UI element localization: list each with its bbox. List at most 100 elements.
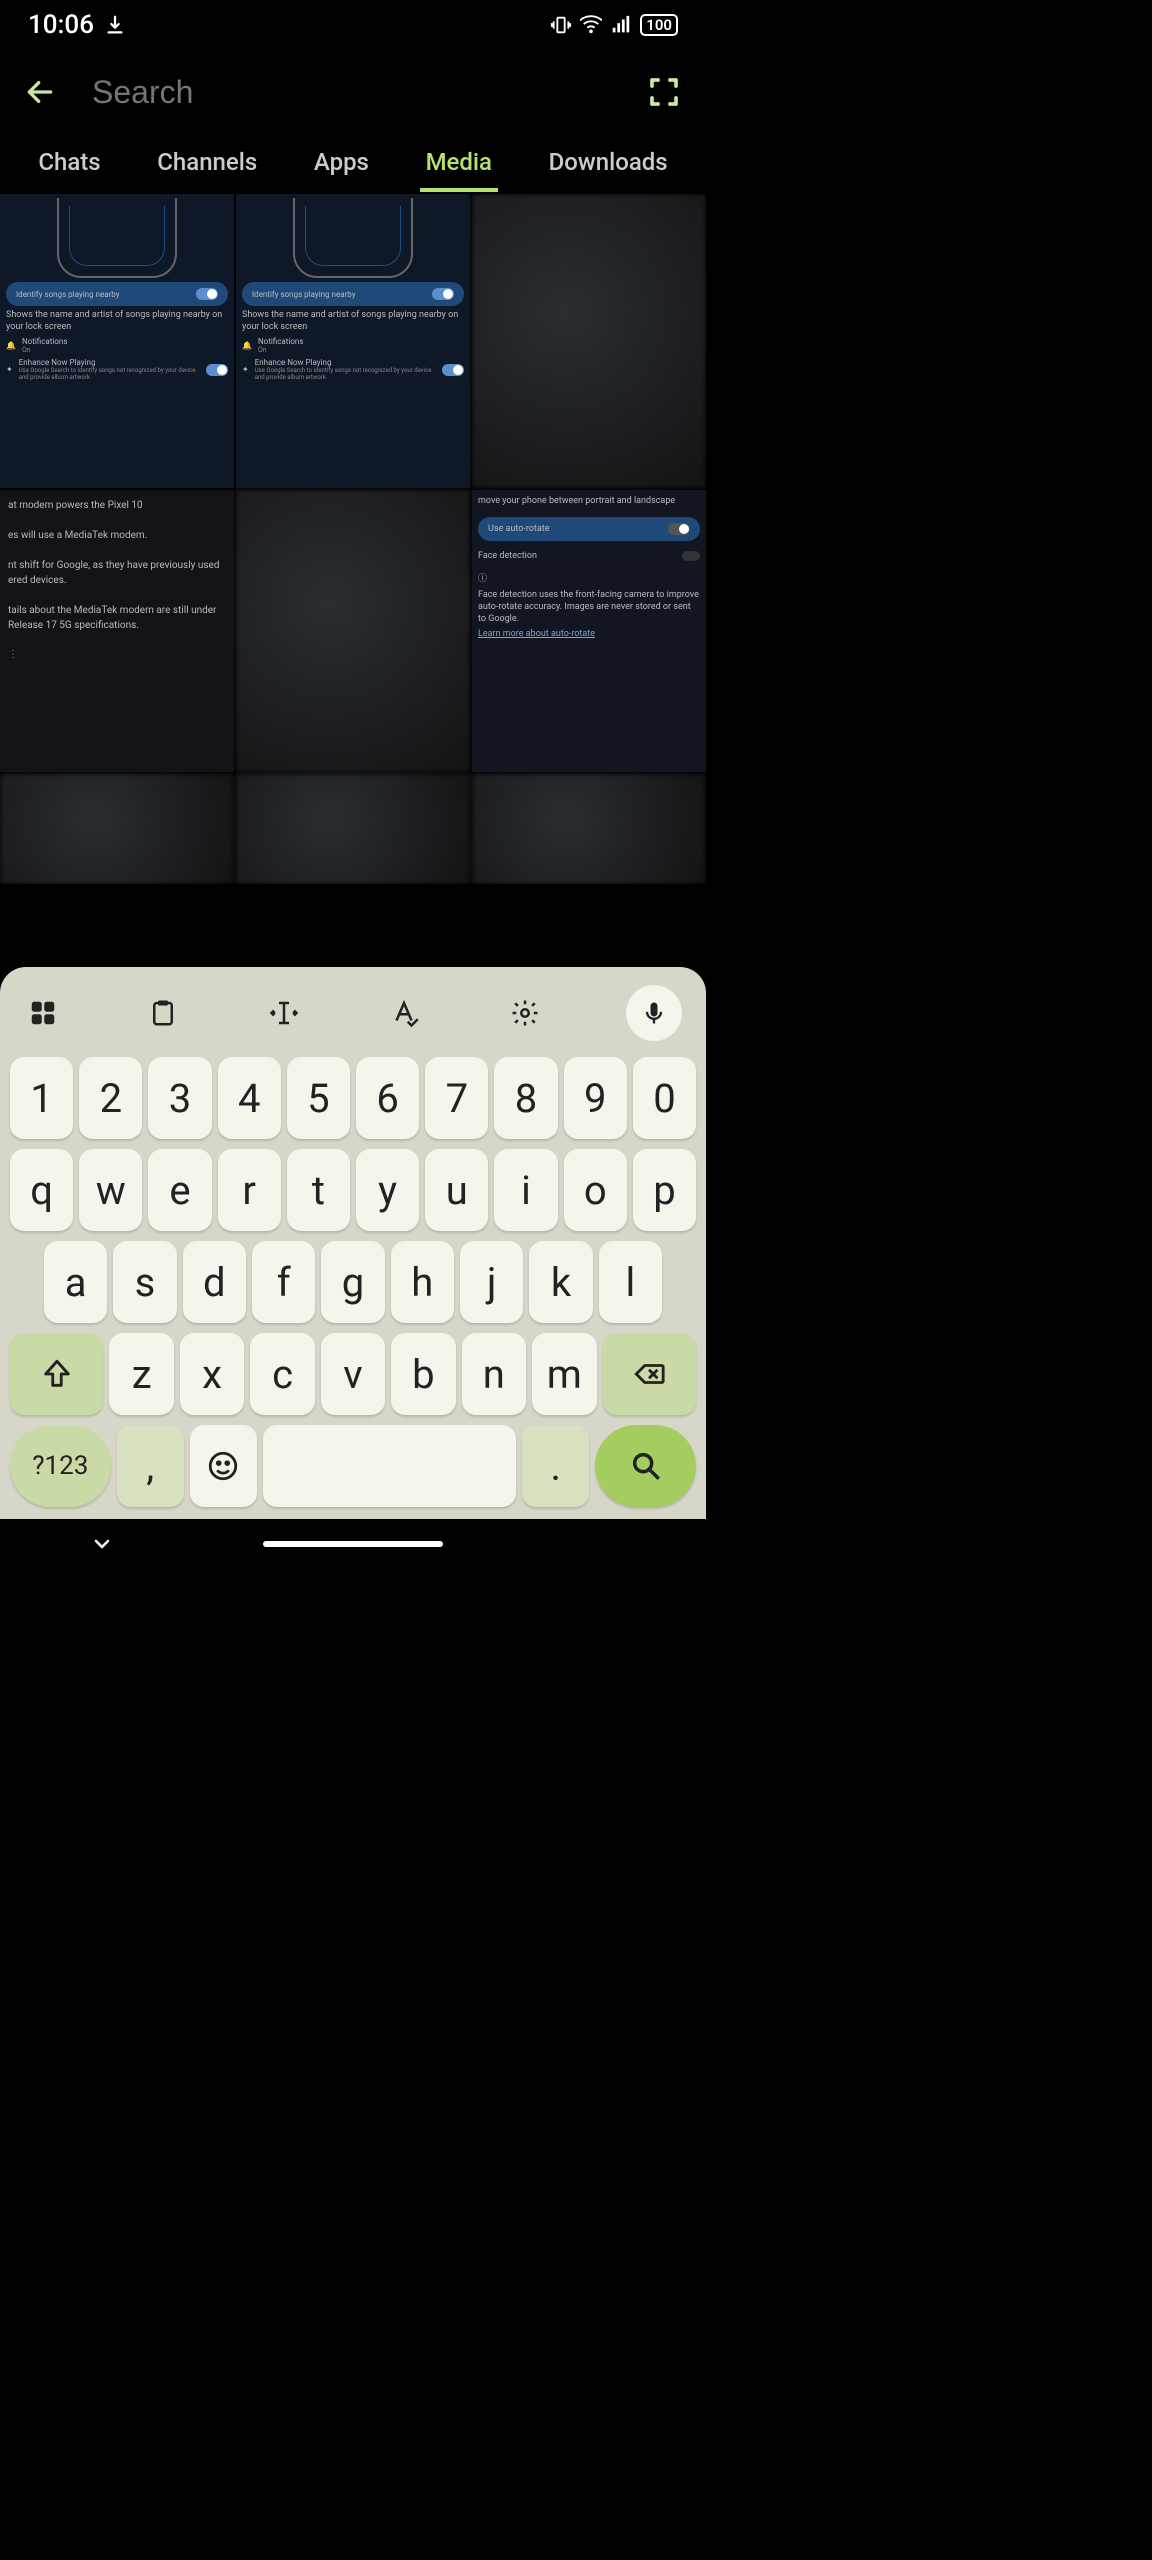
mic-button[interactable] (626, 985, 682, 1041)
media-grid: Identify songs playing nearby Shows the … (0, 194, 706, 884)
setting-desc: Face detection uses the front-facing cam… (478, 590, 700, 625)
key-3[interactable]: 3 (148, 1057, 211, 1139)
key-shift[interactable] (10, 1333, 103, 1415)
settings-icon[interactable] (506, 994, 544, 1032)
key-comma[interactable]: , (117, 1425, 184, 1507)
key-j[interactable]: j (460, 1241, 523, 1323)
key-k[interactable]: k (529, 1241, 592, 1323)
toggle-off-icon (682, 551, 700, 561)
kb-row-bottom: ?123 , . (10, 1425, 696, 1507)
key-o[interactable]: o (564, 1149, 627, 1231)
key-0[interactable]: 0 (633, 1057, 696, 1139)
key-8[interactable]: 8 (494, 1057, 557, 1139)
learn-more-link: Learn more about auto-rotate (478, 629, 700, 639)
magic-icon: ✦ (6, 365, 13, 374)
key-period[interactable]: . (522, 1425, 589, 1507)
key-e[interactable]: e (148, 1149, 211, 1231)
media-tile[interactable] (236, 490, 470, 772)
search-header (0, 50, 706, 134)
article-line: nt shift for Google, as they have previo… (8, 558, 226, 573)
key-space[interactable] (263, 1425, 516, 1507)
key-c[interactable]: c (250, 1333, 314, 1415)
key-h[interactable]: h (391, 1241, 454, 1323)
tab-apps[interactable]: Apps (308, 136, 375, 192)
key-v[interactable]: v (321, 1333, 385, 1415)
kb-row-qwerty: q w e r t y u i o p (10, 1149, 696, 1231)
wifi-icon (580, 14, 602, 36)
media-tile[interactable]: move your phone between portrait and lan… (472, 490, 706, 772)
key-g[interactable]: g (321, 1241, 384, 1323)
key-backspace[interactable] (603, 1333, 696, 1415)
article-line: Release 17 5G specifications. (8, 618, 226, 633)
qr-scan-icon[interactable] (646, 74, 682, 110)
key-b[interactable]: b (391, 1333, 455, 1415)
more-icon: ⋮ (8, 647, 226, 662)
back-arrow-icon[interactable] (24, 76, 56, 108)
media-tile[interactable]: Identify songs playing nearby Shows the … (0, 194, 234, 488)
key-1[interactable]: 1 (10, 1057, 73, 1139)
kb-row-numbers: 1 2 3 4 5 6 7 8 9 0 (10, 1057, 696, 1139)
key-y[interactable]: y (356, 1149, 419, 1231)
key-4[interactable]: 4 (218, 1057, 281, 1139)
setting-state: On (258, 346, 303, 354)
media-tile[interactable]: at modem powers the Pixel 10 es will use… (0, 490, 234, 772)
home-handle[interactable] (263, 1541, 443, 1547)
clock: 10:06 (28, 10, 94, 40)
media-tile[interactable] (472, 774, 706, 884)
setting-desc: move your phone between portrait and lan… (478, 496, 700, 508)
key-7[interactable]: 7 (425, 1057, 488, 1139)
key-symbols[interactable]: ?123 (10, 1425, 111, 1507)
toggle-icon (668, 523, 690, 535)
tab-downloads[interactable]: Downloads (543, 136, 674, 192)
key-w[interactable]: w (79, 1149, 142, 1231)
download-icon (104, 14, 126, 36)
tab-chats[interactable]: Chats (32, 136, 106, 192)
key-l[interactable]: l (599, 1241, 662, 1323)
key-emoji[interactable] (190, 1425, 257, 1507)
key-6[interactable]: 6 (356, 1057, 419, 1139)
media-tile[interactable] (0, 774, 234, 884)
setting-label: Notifications (258, 337, 303, 346)
key-2[interactable]: 2 (79, 1057, 142, 1139)
kb-mode-icon[interactable] (24, 994, 62, 1032)
key-t[interactable]: t (287, 1149, 350, 1231)
key-q[interactable]: q (10, 1149, 73, 1231)
setting-label: Identify songs playing nearby (252, 290, 356, 299)
vibrate-icon (550, 14, 572, 36)
key-u[interactable]: u (425, 1149, 488, 1231)
bell-icon: 🔔 (6, 341, 16, 350)
key-x[interactable]: x (180, 1333, 244, 1415)
search-tabs: Chats Channels Apps Media Downloads (0, 134, 706, 194)
key-p[interactable]: p (633, 1149, 696, 1231)
key-z[interactable]: z (109, 1333, 173, 1415)
setting-label: Enhance Now Playing (19, 358, 200, 367)
key-9[interactable]: 9 (564, 1057, 627, 1139)
key-d[interactable]: d (183, 1241, 246, 1323)
key-a[interactable]: a (44, 1241, 107, 1323)
setting-desc: Use Google Search to identify songs not … (255, 367, 436, 381)
search-input[interactable] (92, 74, 610, 111)
tab-channels[interactable]: Channels (151, 136, 263, 192)
format-icon[interactable] (385, 994, 423, 1032)
key-r[interactable]: r (218, 1149, 281, 1231)
chevron-down-icon[interactable] (90, 1532, 114, 1556)
article-line: at modem powers the Pixel 10 (8, 498, 226, 513)
key-5[interactable]: 5 (287, 1057, 350, 1139)
setting-label: Notifications (22, 337, 67, 346)
setting-label: Face detection (478, 551, 537, 561)
text-edit-icon[interactable] (265, 994, 303, 1032)
key-n[interactable]: n (462, 1333, 526, 1415)
media-tile[interactable] (236, 774, 470, 884)
media-tile[interactable]: Identify songs playing nearby Shows the … (236, 194, 470, 488)
article-line: es will use a MediaTek modem. (8, 528, 226, 543)
key-f[interactable]: f (252, 1241, 315, 1323)
key-search[interactable] (595, 1425, 696, 1507)
key-s[interactable]: s (113, 1241, 176, 1323)
keyboard: 1 2 3 4 5 6 7 8 9 0 q w e r t y u i o (0, 967, 706, 1519)
info-icon: ⓘ (478, 571, 700, 584)
key-m[interactable]: m (532, 1333, 596, 1415)
media-tile[interactable] (472, 194, 706, 488)
tab-media[interactable]: Media (420, 136, 498, 192)
key-i[interactable]: i (494, 1149, 557, 1231)
clipboard-icon[interactable] (144, 994, 182, 1032)
